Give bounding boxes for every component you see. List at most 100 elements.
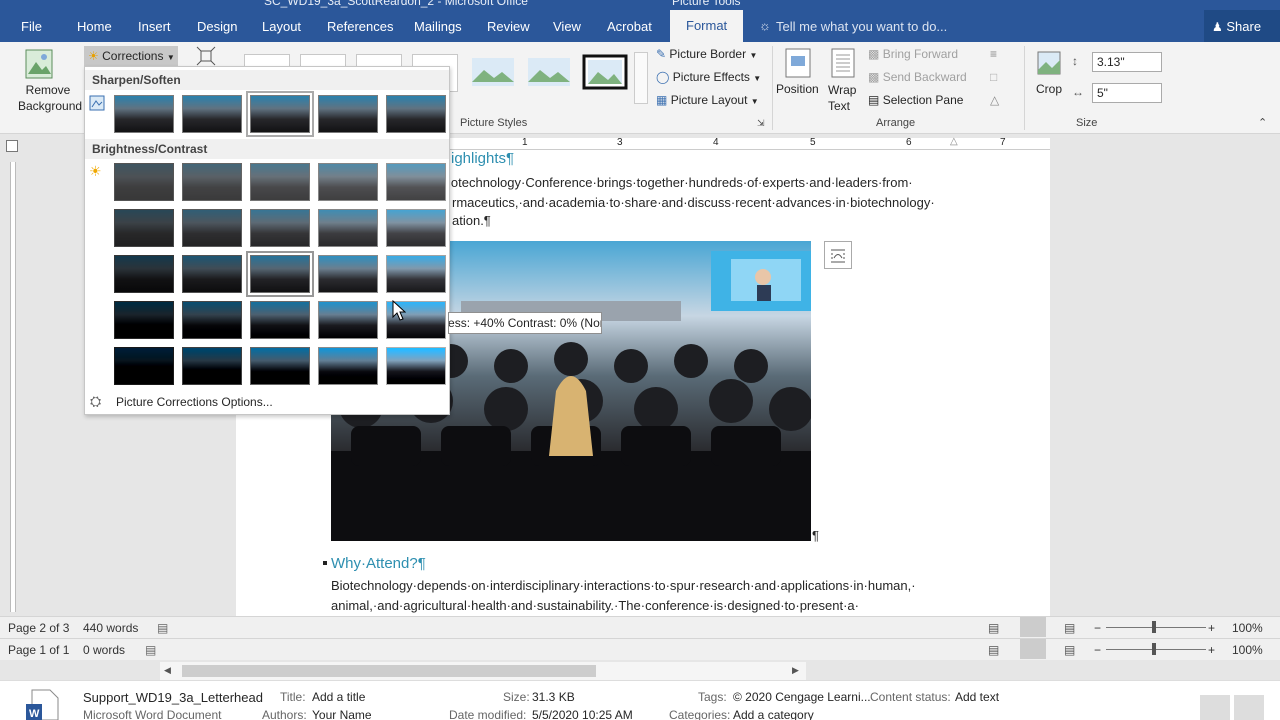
tab-mailings[interactable]: Mailings <box>414 19 462 34</box>
brightness-contrast-thumb[interactable] <box>250 347 310 385</box>
picture-corrections-options[interactable]: ⛭ Picture Corrections Options... <box>85 390 449 414</box>
selection-pane-button[interactable]: ▤ Selection Pane <box>868 93 963 107</box>
tell-me-box[interactable]: Tell me what you want to do... <box>776 19 947 34</box>
zoom-level[interactable]: 100% <box>1232 621 1263 635</box>
brightness-contrast-thumb[interactable] <box>318 347 378 385</box>
brightness-contrast-thumb[interactable] <box>318 301 378 339</box>
authors-value[interactable]: Your Name <box>312 708 372 720</box>
tab-view[interactable]: View <box>553 19 581 34</box>
page-count[interactable]: Page 1 of 1 <box>8 643 69 657</box>
word-count[interactable]: 440 words <box>83 621 138 635</box>
tab-selector[interactable] <box>6 140 18 152</box>
sharpen-thumb[interactable] <box>318 95 378 133</box>
zoom-slider[interactable] <box>1106 627 1206 628</box>
brightness-contrast-thumb[interactable] <box>182 209 242 247</box>
title-value[interactable]: Add a title <box>312 690 365 704</box>
tab-design[interactable]: Design <box>197 19 237 34</box>
sharpen-thumb[interactable] <box>182 95 242 133</box>
zoom-level[interactable]: 100% <box>1232 643 1263 657</box>
scroll-left-icon[interactable]: ◀ <box>164 665 171 676</box>
dialog-launcher-icon[interactable]: ⇲ <box>757 118 765 129</box>
picture-style-5[interactable] <box>470 54 516 92</box>
brightness-contrast-thumb[interactable] <box>114 209 174 247</box>
tab-review[interactable]: Review <box>487 19 530 34</box>
preview-pane-toggle[interactable] <box>1234 695 1264 720</box>
brightness-contrast-thumb[interactable] <box>386 347 446 385</box>
brightness-contrast-thumb[interactable] <box>250 209 310 247</box>
send-backward-button[interactable]: ▩ Send Backward <box>868 70 967 84</box>
word-count[interactable]: 0 words <box>83 643 125 657</box>
tab-references[interactable]: References <box>327 19 393 34</box>
web-layout-icon[interactable]: ▤ <box>1064 643 1075 657</box>
picture-effects-button[interactable]: ◯ Picture Effects ▼ <box>656 70 761 84</box>
web-layout-icon[interactable]: ▤ <box>1064 621 1075 635</box>
zoom-out-icon[interactable]: − <box>1094 643 1101 657</box>
zoom-slider-thumb[interactable] <box>1152 643 1156 655</box>
brightness-contrast-thumb[interactable] <box>182 347 242 385</box>
share-button[interactable]: ♟ Share <box>1204 10 1280 42</box>
brightness-contrast-thumb[interactable] <box>386 163 446 201</box>
tab-layout[interactable]: Layout <box>262 19 301 34</box>
tab-insert[interactable]: Insert <box>138 19 171 34</box>
tab-file[interactable]: File <box>21 19 42 34</box>
brightness-contrast-thumb[interactable] <box>114 255 174 293</box>
categories-value[interactable]: Add a category <box>733 708 814 720</box>
zoom-slider[interactable] <box>1106 649 1206 650</box>
position-button[interactable]: Position <box>776 82 819 96</box>
layout-options-button[interactable] <box>824 241 852 269</box>
group-icon[interactable]: □ <box>990 70 997 84</box>
tab-home[interactable]: Home <box>77 19 112 34</box>
height-field[interactable]: 3.13" <box>1092 52 1162 72</box>
picture-style-6[interactable] <box>526 54 572 92</box>
sharpen-thumb[interactable] <box>386 95 446 133</box>
scroll-right-icon[interactable]: ▶ <box>792 665 799 676</box>
read-mode-icon[interactable]: ▤ <box>988 643 999 657</box>
remove-background-button[interactable]: Remove Background <box>18 82 82 114</box>
print-layout-icon[interactable] <box>1020 617 1046 637</box>
brightness-contrast-thumb[interactable] <box>182 301 242 339</box>
picture-border-button[interactable]: ✎ Picture Border ▼ <box>656 47 757 61</box>
brightness-contrast-thumb[interactable] <box>182 255 242 293</box>
page-count[interactable]: Page 2 of 3 <box>8 621 69 635</box>
rotate-icon[interactable]: △ <box>990 93 999 107</box>
brightness-contrast-thumb[interactable] <box>182 163 242 201</box>
brightness-contrast-thumb[interactable] <box>114 301 174 339</box>
width-field[interactable]: 5" <box>1092 83 1162 103</box>
picture-style-7[interactable] <box>582 54 628 92</box>
zoom-out-icon[interactable]: − <box>1094 621 1101 635</box>
brightness-contrast-thumb[interactable] <box>318 209 378 247</box>
print-layout-icon[interactable] <box>1020 639 1046 659</box>
proofing-icon[interactable]: ▤ <box>145 643 156 657</box>
tab-format[interactable]: Format <box>670 10 744 42</box>
brightness-contrast-thumb[interactable] <box>114 347 174 385</box>
collapse-ribbon-icon[interactable]: ⌃ <box>1258 116 1267 129</box>
tags-value[interactable]: © 2020 Cengage Learni... <box>733 690 871 704</box>
sharpen-thumb[interactable] <box>114 95 174 133</box>
zoom-in-icon[interactable]: + <box>1208 643 1215 657</box>
horizontal-scrollbar[interactable]: ◀ ▶ <box>160 662 806 680</box>
compress-pictures-icon[interactable] <box>196 46 216 66</box>
content-status-value[interactable]: Add text <box>955 690 999 704</box>
read-mode-icon[interactable]: ▤ <box>988 621 999 635</box>
tab-acrobat[interactable]: Acrobat <box>607 19 652 34</box>
crop-button[interactable]: Crop <box>1036 82 1062 96</box>
brightness-contrast-thumb[interactable] <box>250 163 310 201</box>
wrap-text-button[interactable]: Wrap Text <box>828 82 862 114</box>
brightness-contrast-thumb[interactable] <box>318 163 378 201</box>
brightness-contrast-thumb[interactable] <box>246 251 314 297</box>
proofing-icon[interactable]: ▤ <box>157 621 168 635</box>
picture-layout-button[interactable]: ▦ Picture Layout ▼ <box>656 93 759 107</box>
styles-gallery-scroll[interactable] <box>634 52 648 104</box>
bring-forward-button[interactable]: ▩ Bring Forward <box>868 47 958 61</box>
brightness-contrast-thumb[interactable] <box>250 301 310 339</box>
brightness-contrast-thumb[interactable] <box>318 255 378 293</box>
right-indent-marker-icon[interactable]: △ <box>950 136 958 147</box>
brightness-contrast-thumb[interactable] <box>114 163 174 201</box>
zoom-slider-thumb[interactable] <box>1152 621 1156 633</box>
align-icon[interactable]: ≡ <box>990 47 997 61</box>
details-pane-toggle[interactable] <box>1200 695 1230 720</box>
zoom-in-icon[interactable]: + <box>1208 621 1215 635</box>
brightness-contrast-thumb[interactable] <box>386 255 446 293</box>
sharpen-thumb[interactable] <box>246 91 314 137</box>
brightness-contrast-thumb[interactable] <box>386 209 446 247</box>
